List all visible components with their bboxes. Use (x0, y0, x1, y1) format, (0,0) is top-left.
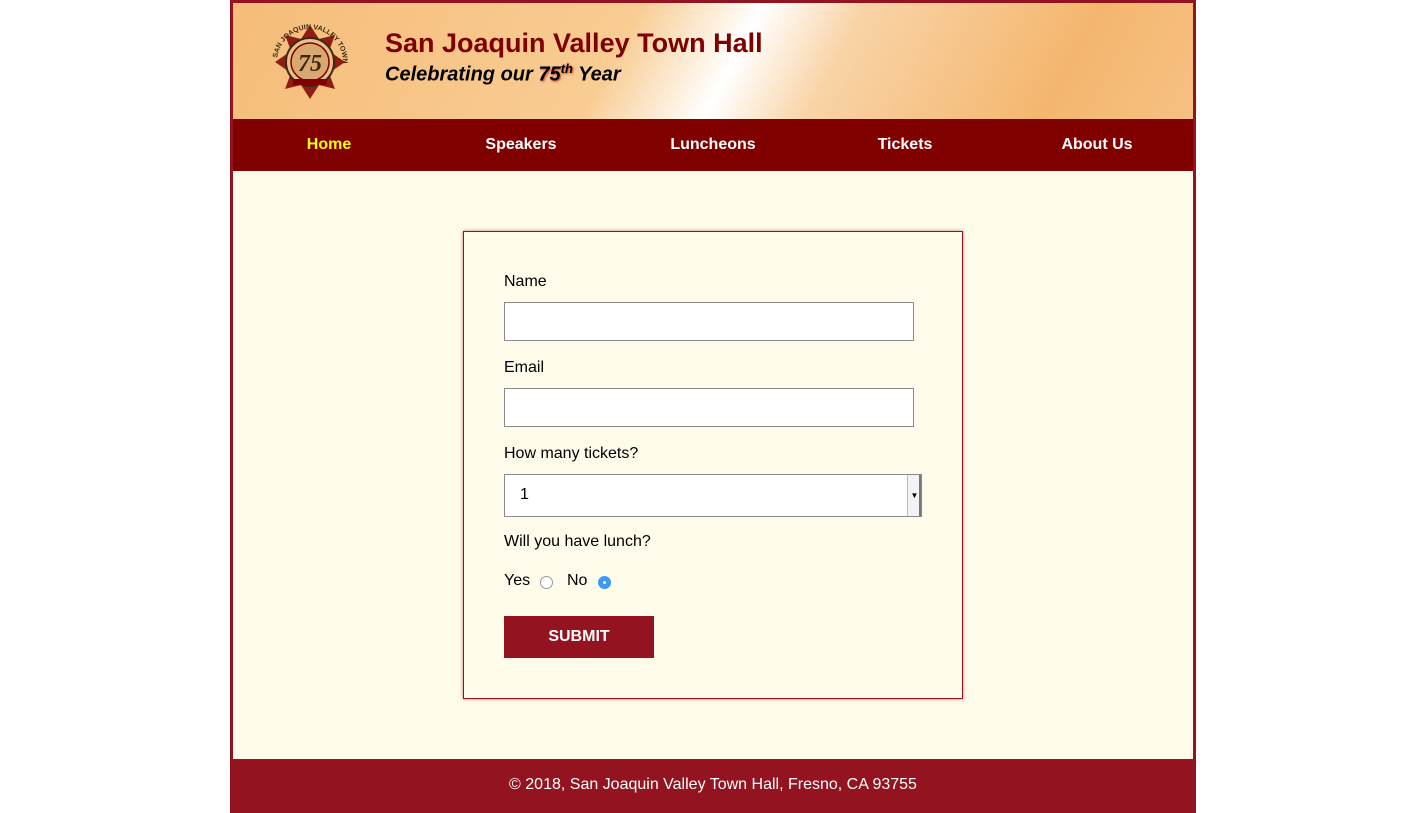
lunch-yes-label: Yes (504, 572, 531, 589)
email-label: Email (504, 359, 545, 376)
nav-item-tickets[interactable]: Tickets (809, 119, 1001, 171)
site-title: San Joaquin Valley Town Hall (385, 28, 763, 58)
site-tagline: Celebrating our 75th Year (385, 61, 621, 87)
tickets-label: How many tickets? (504, 445, 639, 462)
site-footer: © 2018, San Joaquin Valley Town Hall, Fr… (233, 759, 1193, 813)
site-logo[interactable]: SAN JOAQUIN VALLEY TOWN HALL 75 (264, 14, 353, 105)
logo-number: 75 (298, 51, 322, 77)
lunch-label: Will you have lunch? (504, 533, 651, 550)
dropdown-arrow-icon[interactable]: ▼ (907, 475, 921, 516)
site-header: SAN JOAQUIN VALLEY TOWN HALL 75 San Joaq… (233, 0, 1193, 119)
lunch-no-label: No (567, 572, 588, 589)
tickets-selected-value: 1 (520, 486, 529, 503)
submit-button[interactable]: SUBMIT (504, 616, 654, 658)
ticket-form: Name Email How many tickets? 1 ▼ Will yo… (463, 231, 963, 699)
name-label: Name (504, 273, 547, 290)
main-nav: Home Speakers Luncheons Tickets About Us (233, 119, 1193, 171)
name-input[interactable] (504, 302, 914, 341)
tagline-suffix: Year (572, 63, 621, 86)
nav-item-luncheons[interactable]: Luncheons (617, 119, 809, 171)
tagline-number: 75 (538, 63, 561, 86)
tickets-select[interactable]: 1 ▼ (504, 474, 922, 517)
email-input[interactable] (504, 388, 914, 427)
nav-item-home[interactable]: Home (233, 119, 425, 171)
nav-item-about-us[interactable]: About Us (1001, 119, 1193, 171)
seal-icon: SAN JOAQUIN VALLEY TOWN HALL 75 (264, 14, 348, 99)
tagline-superscript: th (560, 61, 573, 76)
nav-item-speakers[interactable]: Speakers (425, 119, 617, 171)
page-container: SAN JOAQUIN VALLEY TOWN HALL 75 San Joaq… (230, 0, 1196, 813)
lunch-yes-radio[interactable] (540, 576, 553, 589)
tagline-prefix: Celebrating our (385, 63, 539, 86)
lunch-no-radio[interactable] (598, 576, 611, 589)
